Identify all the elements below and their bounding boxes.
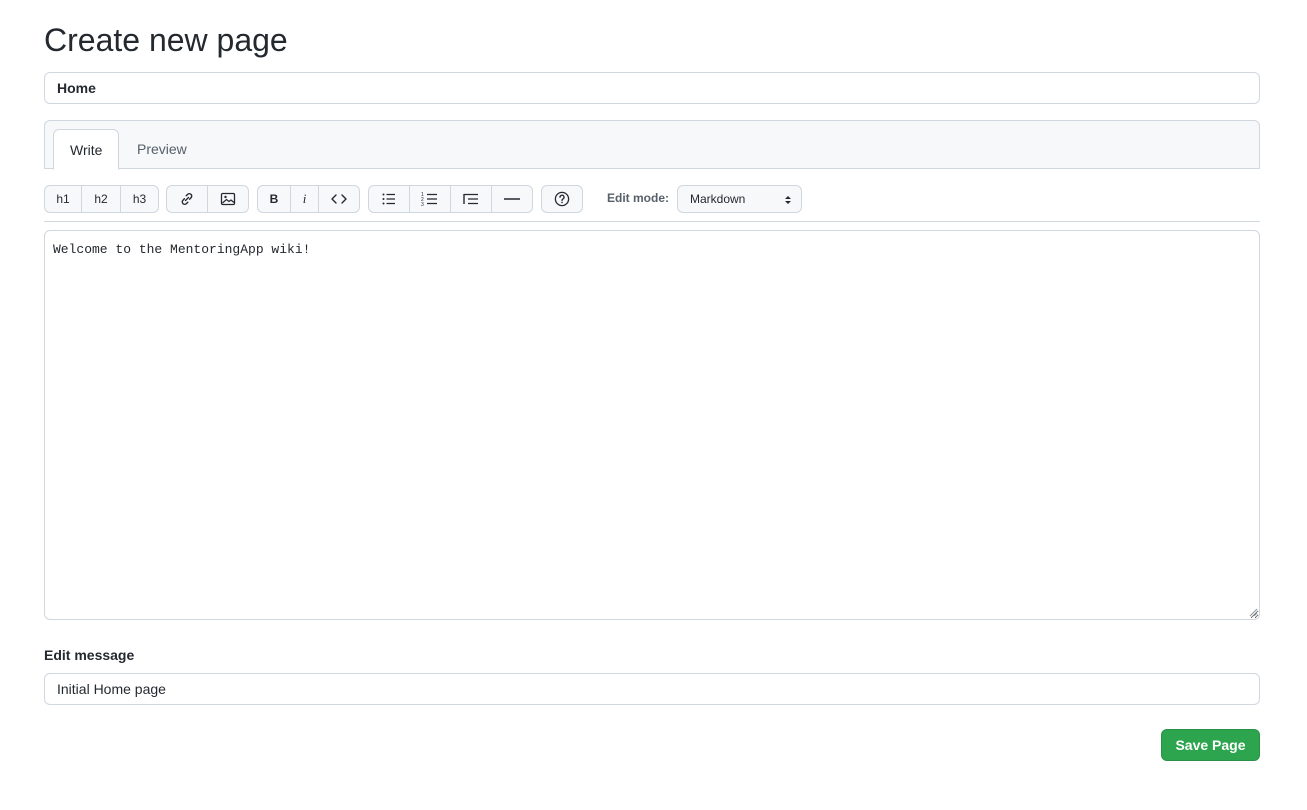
unordered-list-icon xyxy=(382,193,395,205)
h2-button[interactable]: h2 xyxy=(82,186,121,212)
page-body-textarea[interactable]: Welcome to the MentoringApp wiki! xyxy=(44,230,1260,620)
help-button[interactable] xyxy=(542,186,582,212)
help-icon xyxy=(554,191,570,207)
code-icon xyxy=(331,194,347,204)
tab-preview[interactable]: Preview xyxy=(121,129,203,170)
save-page-button[interactable]: Save Page xyxy=(1161,729,1260,761)
list-button-group: 1 2 3 xyxy=(368,185,533,213)
quote-icon xyxy=(463,193,478,205)
resize-grip-icon[interactable] xyxy=(1248,607,1258,617)
edit-mode-label: Edit mode: xyxy=(607,191,669,205)
horizontal-rule-button[interactable] xyxy=(492,186,532,212)
code-button[interactable] xyxy=(319,186,359,212)
edit-mode-selected-value: Markdown xyxy=(690,192,746,206)
link-button[interactable] xyxy=(167,186,208,212)
horizontal-rule-icon xyxy=(504,198,520,200)
edit-mode-select[interactable]: Markdown xyxy=(677,185,802,213)
markdown-toolbar: h1 h2 h3 B i 1 2 3 Edit mode: Markdown xyxy=(44,185,1260,222)
help-button-group xyxy=(541,185,583,213)
quote-button[interactable] xyxy=(451,186,492,212)
italic-button[interactable]: i xyxy=(291,186,319,212)
page-title-input[interactable] xyxy=(44,72,1260,104)
h3-button[interactable]: h3 xyxy=(121,186,158,212)
svg-text:3: 3 xyxy=(421,202,424,207)
h1-button[interactable]: h1 xyxy=(45,186,82,212)
tab-write[interactable]: Write xyxy=(53,129,120,170)
ordered-list-icon: 1 2 3 xyxy=(421,192,437,207)
heading-button-group: h1 h2 h3 xyxy=(44,185,159,213)
image-icon xyxy=(220,192,236,206)
link-icon xyxy=(181,193,193,205)
edit-message-input[interactable] xyxy=(44,673,1260,705)
insert-button-group xyxy=(166,185,249,213)
unordered-list-button[interactable] xyxy=(369,186,410,212)
select-caret-icon xyxy=(785,196,791,204)
format-button-group: B i xyxy=(257,185,360,213)
editor-tabbar: Write Preview xyxy=(44,120,1260,170)
page-title: Create new page xyxy=(44,22,288,58)
image-button[interactable] xyxy=(208,186,248,212)
edit-message-label: Edit message xyxy=(44,647,135,663)
bold-button[interactable]: B xyxy=(258,186,291,212)
ordered-list-button[interactable]: 1 2 3 xyxy=(410,186,451,212)
